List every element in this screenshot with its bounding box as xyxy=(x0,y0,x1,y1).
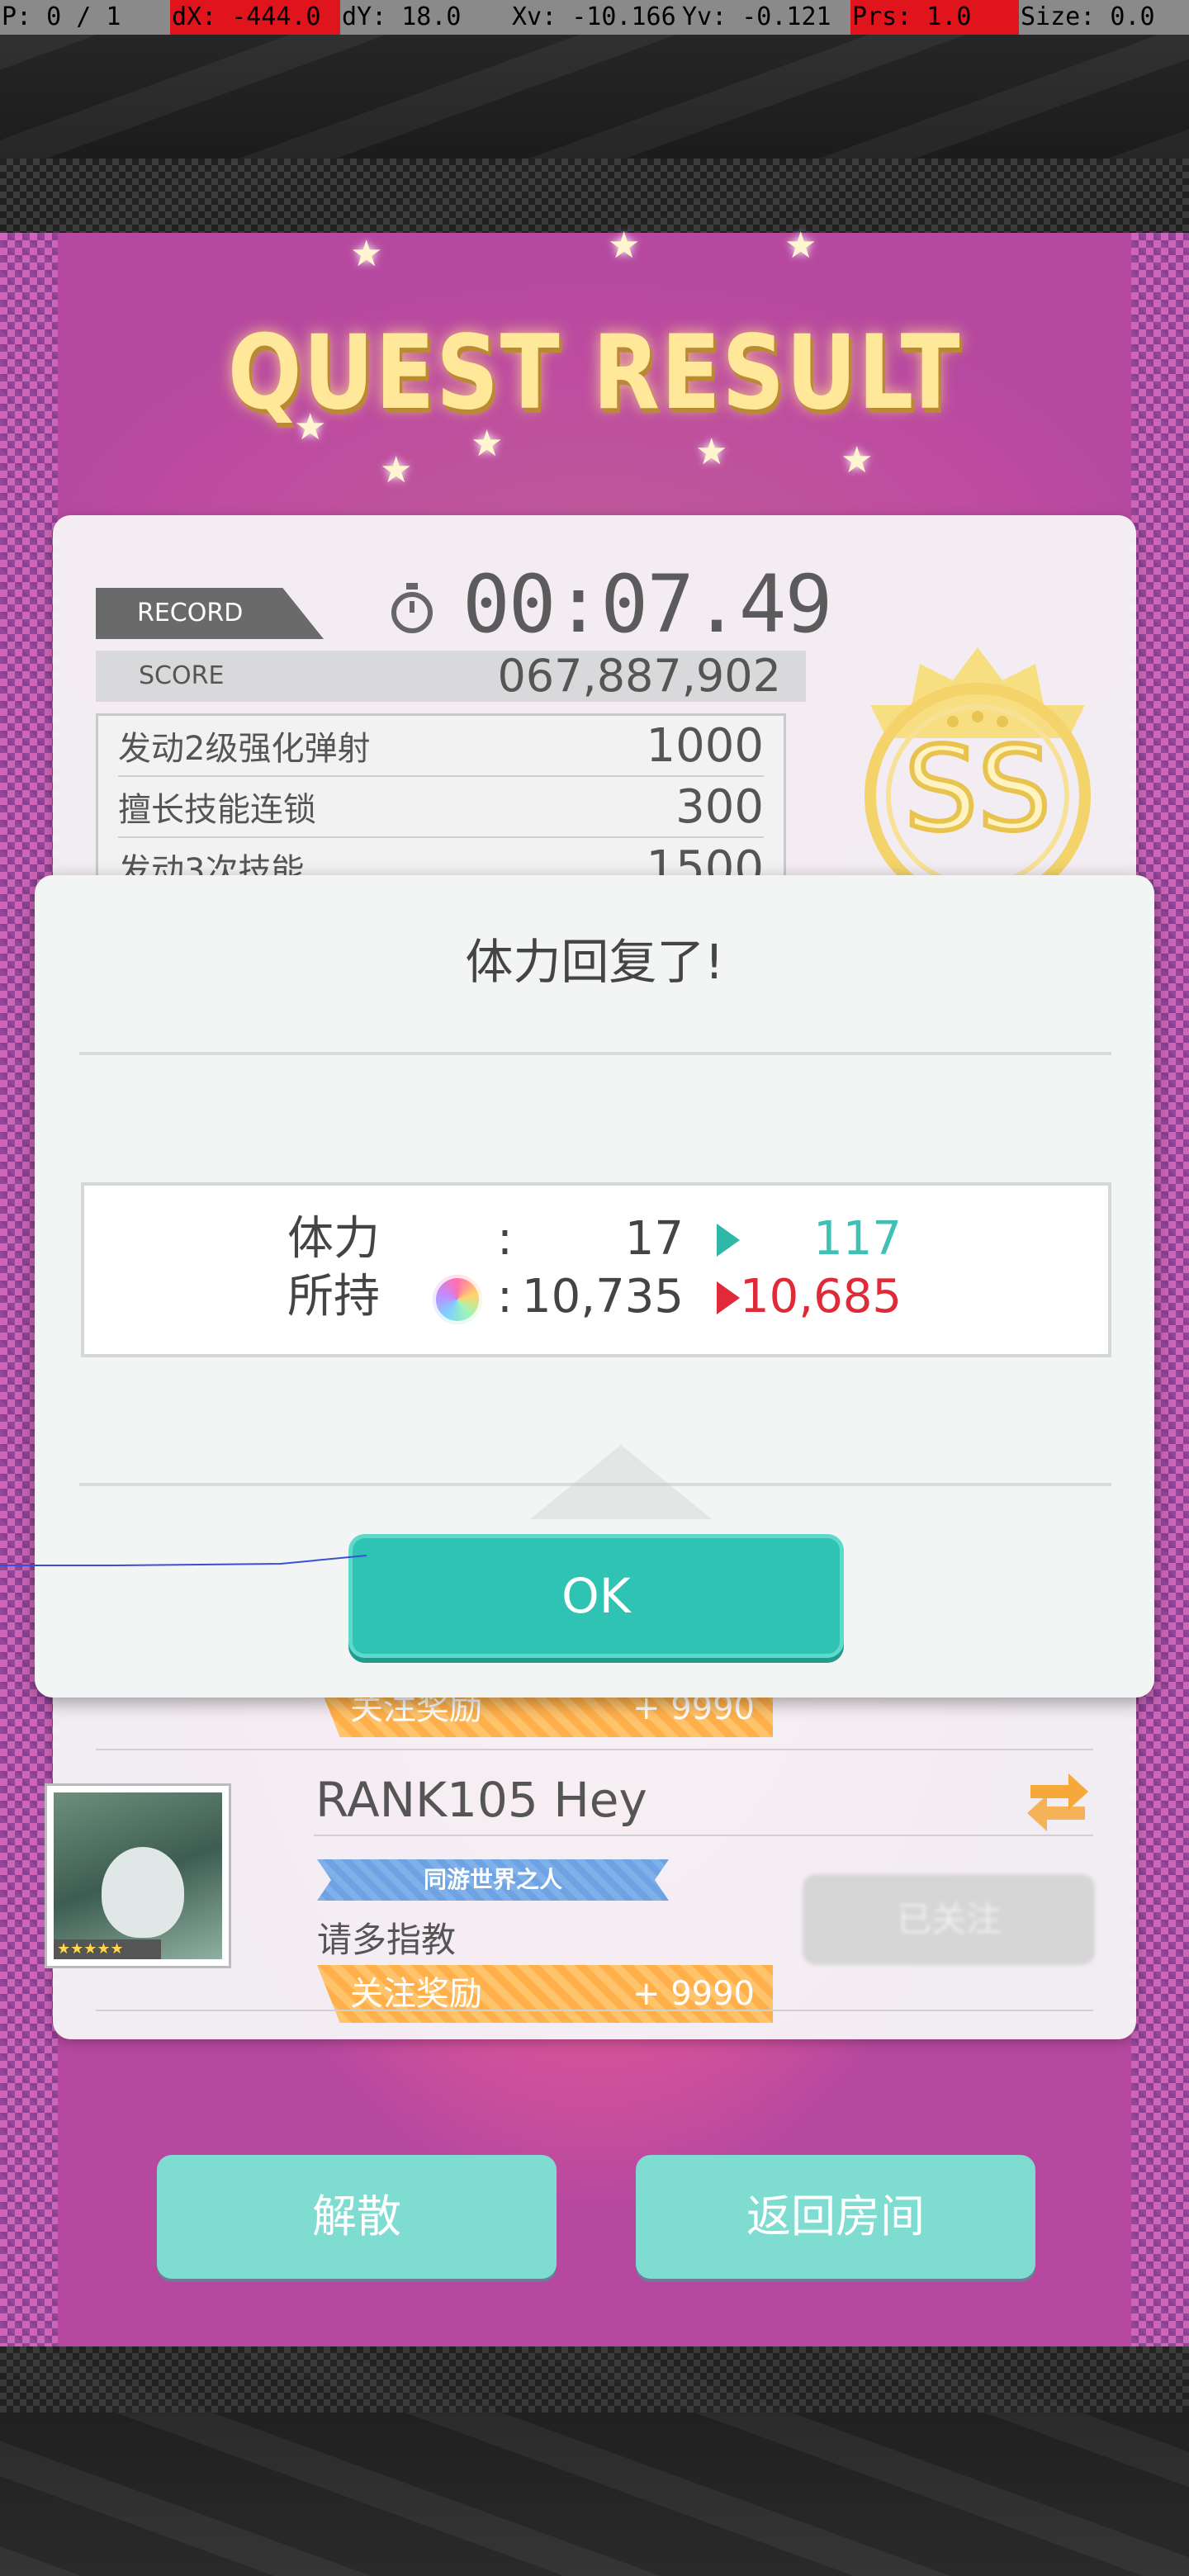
stamina-label: 体力 xyxy=(287,1212,380,1266)
ok-button[interactable]: OK xyxy=(348,1534,844,1658)
owned-gems-row: 所持 : 10,735 10,685 xyxy=(84,1268,1108,1326)
background-arrow-icon xyxy=(530,1445,712,1519)
gem-icon xyxy=(433,1275,482,1324)
decrease-arrow-icon xyxy=(717,1281,740,1314)
velocity-x: Xv: -10.166 xyxy=(512,2,676,31)
bottom-frame xyxy=(0,2346,1189,2576)
stamina-colon: : xyxy=(497,1212,513,1266)
delta-x: dX: -444.0 xyxy=(170,0,340,35)
owned-after: 10,685 xyxy=(740,1270,902,1324)
pointer-count: P: 0 / 1 xyxy=(2,2,121,31)
gesture-trace xyxy=(0,1555,367,1566)
velocity-y: Yv: -0.121 xyxy=(682,2,831,31)
stamina-before: 17 xyxy=(624,1212,684,1266)
stamina-row: 体力 : 17 117 xyxy=(84,1210,1108,1268)
stat-change-box: 体力 : 17 117 所持 : 10,735 10,685 xyxy=(81,1182,1111,1357)
pressure: Prs: 1.0 xyxy=(850,0,1019,35)
pointer-debug-bar: P: 0 / 1 dX: -444.0 dY: 18.0 Xv: -10.166… xyxy=(0,0,1189,35)
owned-label: 所持 xyxy=(287,1270,380,1324)
owned-colon: : xyxy=(497,1270,513,1324)
touch-size: Size: 0.0 xyxy=(1021,2,1155,31)
top-frame xyxy=(0,35,1189,233)
delta-y: dY: 18.0 xyxy=(342,2,462,31)
dialog-title: 体力回复了! xyxy=(465,934,724,990)
owned-before: 10,735 xyxy=(522,1270,684,1324)
stamina-after: 117 xyxy=(813,1212,902,1266)
increase-arrow-icon xyxy=(717,1224,740,1257)
dialog-divider xyxy=(79,1052,1111,1055)
